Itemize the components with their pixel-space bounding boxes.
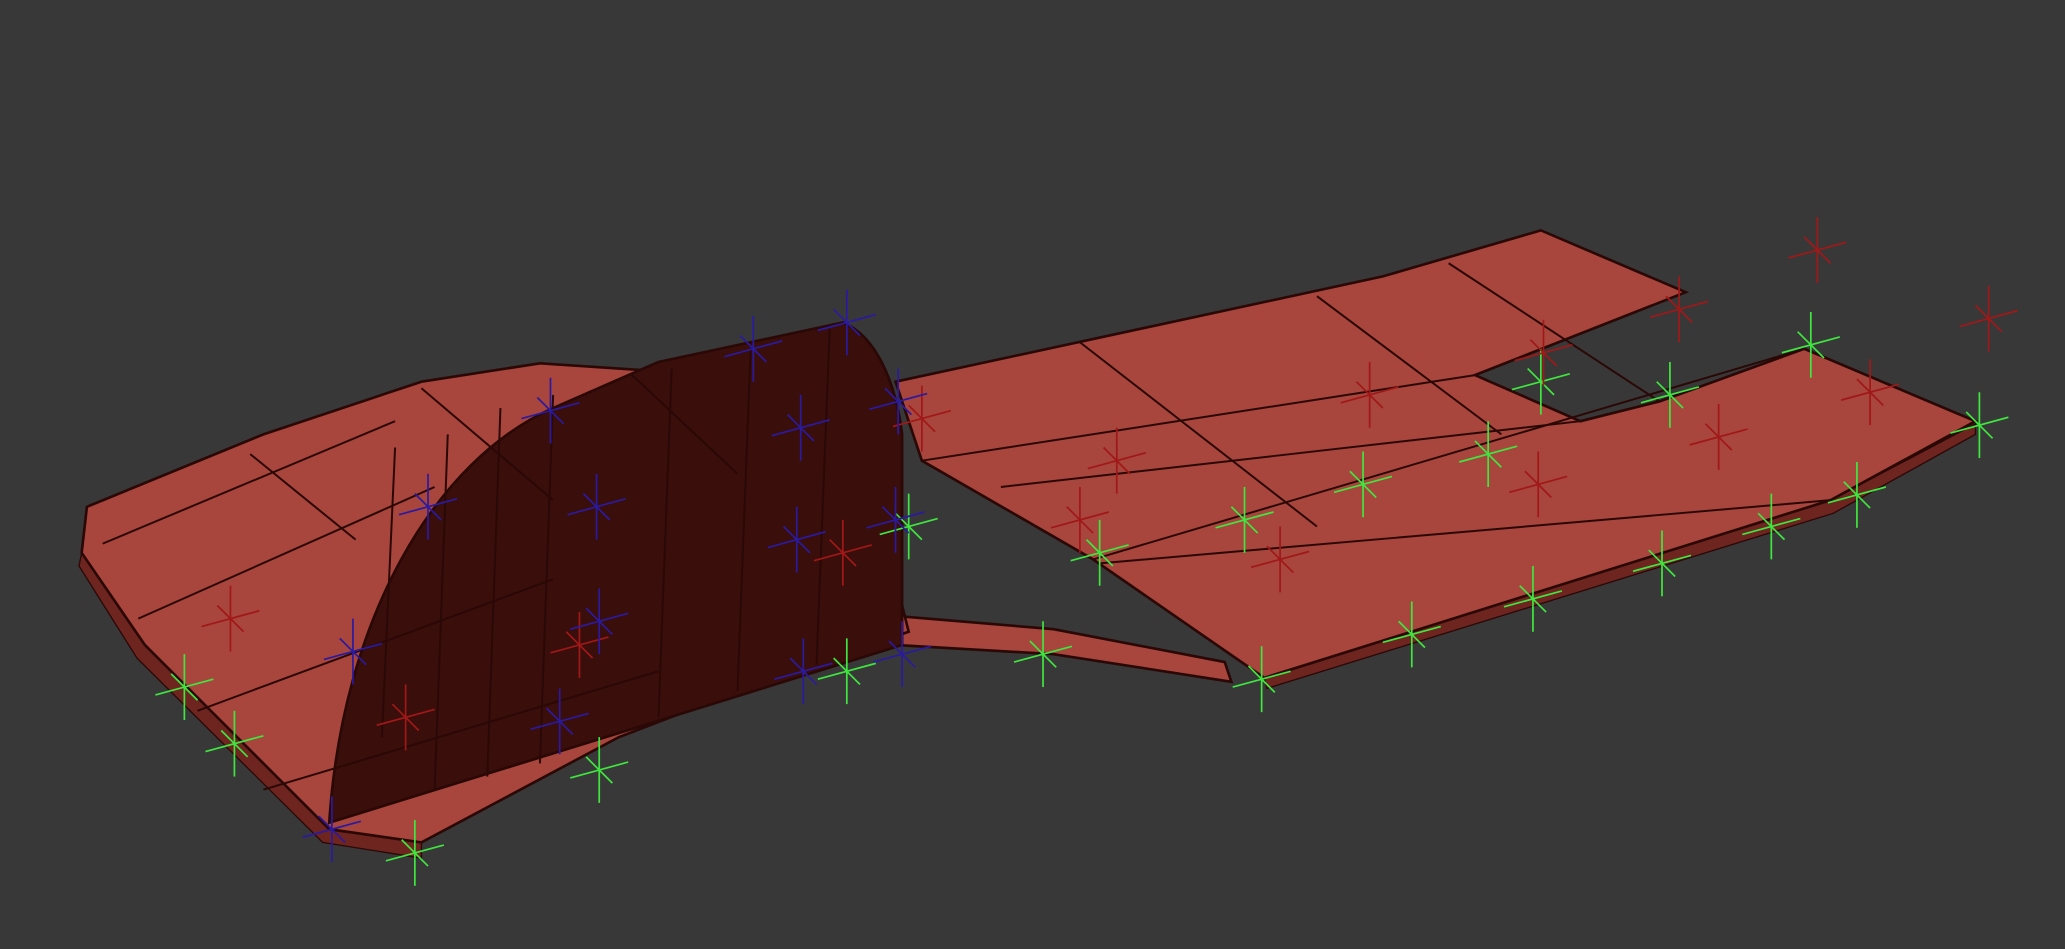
3d-viewport[interactable] [0, 0, 2065, 949]
